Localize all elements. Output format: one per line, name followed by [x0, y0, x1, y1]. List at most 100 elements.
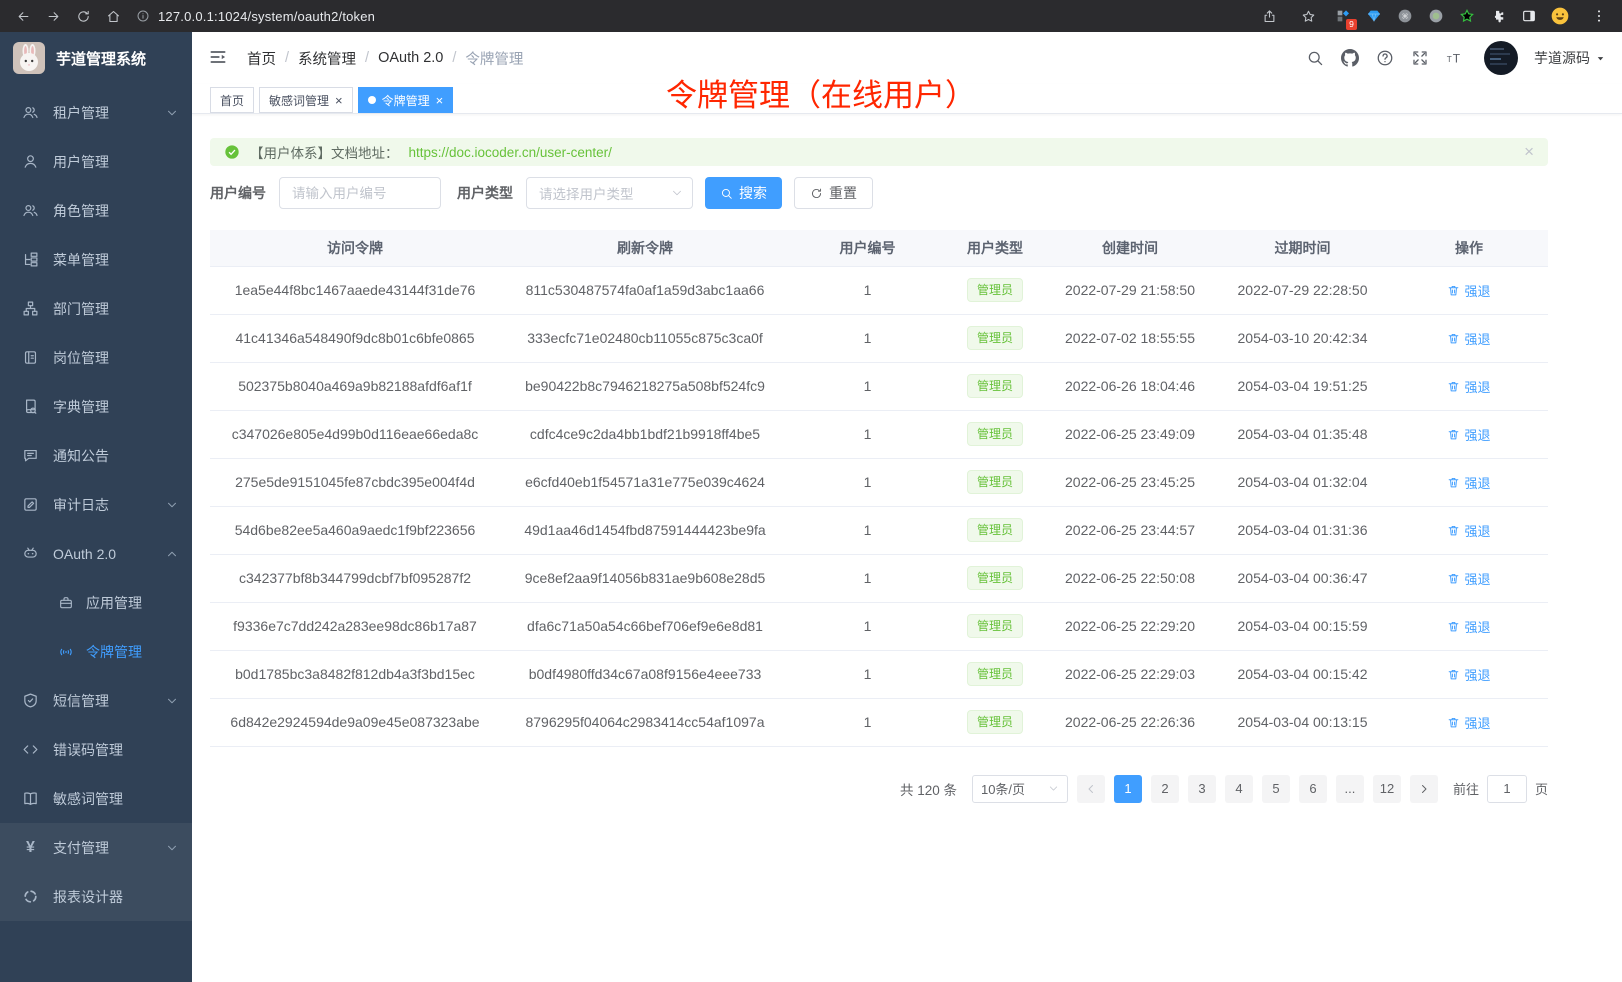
fullscreen-icon[interactable]	[1410, 49, 1429, 68]
force-logout-button[interactable]: 强退	[1447, 425, 1490, 444]
search-icon	[720, 187, 733, 200]
page-button-6[interactable]: 6	[1299, 775, 1327, 803]
force-logout-button[interactable]: 强退	[1447, 281, 1490, 300]
sidebar-item-dept-management[interactable]: 部门管理	[0, 284, 192, 333]
force-logout-button[interactable]: 强退	[1447, 473, 1490, 492]
profile-avatar[interactable]	[1549, 5, 1571, 27]
sidebar-item-label: 错误码管理	[53, 740, 123, 760]
address-bar[interactable]: 127.0.0.1:1024/system/oauth2/token	[136, 9, 375, 24]
extension-record-icon[interactable]	[1425, 5, 1447, 27]
share-icon[interactable]	[1254, 3, 1284, 29]
sidebar-item-post-management[interactable]: 岗位管理	[0, 333, 192, 382]
page-button-4[interactable]: 4	[1225, 775, 1253, 803]
font-size-icon[interactable]	[1445, 49, 1464, 68]
sidebar-subitem-app-management[interactable]: 应用管理	[0, 578, 192, 627]
reload-icon[interactable]	[68, 3, 98, 29]
user-id-input[interactable]	[279, 177, 441, 209]
bookmark-star-icon[interactable]	[1293, 3, 1323, 29]
force-logout-button[interactable]: 强退	[1447, 665, 1490, 684]
extension-grid-icon[interactable]: 9	[1332, 5, 1354, 27]
extension-star-icon[interactable]	[1456, 5, 1478, 27]
back-icon[interactable]	[8, 3, 38, 29]
page-button-3[interactable]: 3	[1188, 775, 1216, 803]
alert-text: 【用户体系】文档地址：	[250, 142, 399, 162]
search-icon[interactable]	[1305, 49, 1324, 68]
refresh-token-cell: dfa6c71a50a54c66bef706ef9e6e8d81	[500, 602, 790, 650]
tab-令牌管理[interactable]: 令牌管理×	[358, 87, 454, 113]
collapse-sidebar-icon[interactable]	[208, 47, 230, 69]
sidebar-item-role-management[interactable]: 角色管理	[0, 186, 192, 235]
force-logout-button[interactable]: 强退	[1447, 713, 1490, 732]
sidebar-item-user-management[interactable]: 用户管理	[0, 137, 192, 186]
sidebar-item-sensitive-word-management[interactable]: 敏感词管理	[0, 774, 192, 823]
user-id-cell: 1	[790, 314, 945, 362]
sidebar-item-label: 支付管理	[53, 838, 109, 858]
search-button[interactable]: 搜索	[705, 177, 782, 209]
action-cell: 强退	[1390, 650, 1548, 698]
expire-time-cell: 2054-03-04 00:36:47	[1215, 554, 1390, 602]
user-menu[interactable]: 芋道源码	[1534, 48, 1606, 68]
sidebar-item-label: 敏感词管理	[53, 789, 123, 809]
goto-page-input[interactable]	[1487, 775, 1527, 803]
reset-button[interactable]: 重置	[794, 177, 873, 209]
force-logout-label: 强退	[1464, 665, 1490, 684]
force-logout-button[interactable]: 强退	[1447, 521, 1490, 540]
force-logout-button[interactable]: 强退	[1447, 377, 1490, 396]
sidebar-item-tenant-management[interactable]: 租户管理	[0, 88, 192, 137]
sidebar-item-sms-management[interactable]: 短信管理	[0, 676, 192, 725]
help-icon[interactable]	[1375, 49, 1394, 68]
token-table: 访问令牌刷新令牌用户编号用户类型创建时间过期时间操作 1ea5e44f8bc14…	[210, 230, 1548, 747]
force-logout-button[interactable]: 强退	[1447, 569, 1490, 588]
sidebar-item-oauth2[interactable]: OAuth 2.0	[0, 529, 192, 578]
message-icon	[22, 447, 39, 464]
breadcrumb-oauth2[interactable]: OAuth 2.0	[378, 50, 443, 66]
log-icon	[22, 496, 39, 513]
sidebar-subitem-token-management[interactable]: 令牌管理	[0, 627, 192, 676]
github-icon[interactable]	[1340, 49, 1359, 68]
column-header: 访问令牌	[210, 230, 500, 266]
browser-menu-icon[interactable]	[1588, 5, 1610, 27]
force-logout-button[interactable]: 强退	[1447, 329, 1490, 348]
prev-page-button[interactable]	[1077, 775, 1105, 803]
extension-command-icon[interactable]	[1394, 5, 1416, 27]
page-button-1[interactable]: 1	[1114, 775, 1142, 803]
expire-time-cell: 2054-03-04 01:35:48	[1215, 410, 1390, 458]
force-logout-label: 强退	[1464, 473, 1490, 492]
sidebar-item-menu-management[interactable]: 菜单管理	[0, 235, 192, 284]
app-logo-row[interactable]: 芋道管理系统	[0, 32, 192, 84]
alert-doc-link[interactable]: https://doc.iocoder.cn/user-center/	[409, 145, 612, 160]
side-panel-icon[interactable]	[1518, 5, 1540, 27]
user-type-select[interactable]: 请选择用户类型	[526, 177, 693, 209]
page-button-2[interactable]: 2	[1151, 775, 1179, 803]
tab-close-icon[interactable]: ×	[436, 94, 444, 107]
home-icon[interactable]	[98, 3, 128, 29]
sidebar-item-dict-management[interactable]: 字典管理	[0, 382, 192, 431]
search-button-label: 搜索	[739, 183, 767, 203]
user-avatar[interactable]	[1484, 41, 1518, 75]
access-token-cell: 54d6be82ee5a460a9aedc1f9bf223656	[210, 506, 500, 554]
breadcrumb-home[interactable]: 首页	[247, 48, 276, 69]
force-logout-button[interactable]: 强退	[1447, 617, 1490, 636]
tab-敏感词管理[interactable]: 敏感词管理×	[259, 87, 353, 113]
page-size-select[interactable]: 10条/页	[972, 775, 1068, 803]
page-button-5[interactable]: 5	[1262, 775, 1290, 803]
alert-close-icon[interactable]: ×	[1524, 142, 1534, 162]
extensions-puzzle-icon[interactable]	[1487, 5, 1509, 27]
sidebar-item-label: OAuth 2.0	[53, 546, 116, 562]
tab-首页[interactable]: 首页	[210, 87, 254, 113]
extension-gem-icon[interactable]	[1363, 5, 1385, 27]
sidebar-item-report-designer[interactable]: 报表设计器	[0, 872, 192, 921]
check-circle-icon	[224, 144, 240, 160]
tab-close-icon[interactable]: ×	[335, 94, 343, 107]
forward-icon[interactable]	[38, 3, 68, 29]
page-ellipsis[interactable]: ...	[1336, 775, 1364, 803]
created-time-cell: 2022-06-25 23:49:09	[1045, 410, 1215, 458]
sidebar-item-audit-log[interactable]: 审计日志	[0, 480, 192, 529]
sidebar-item-notice-announcement[interactable]: 通知公告	[0, 431, 192, 480]
page-info-icon[interactable]	[136, 9, 150, 23]
page-button-12[interactable]: 12	[1373, 775, 1401, 803]
breadcrumb-system[interactable]: 系统管理	[298, 48, 356, 69]
sidebar-item-payment-management[interactable]: ¥支付管理	[0, 823, 192, 872]
sidebar-item-error-code-management[interactable]: 错误码管理	[0, 725, 192, 774]
next-page-button[interactable]	[1410, 775, 1438, 803]
